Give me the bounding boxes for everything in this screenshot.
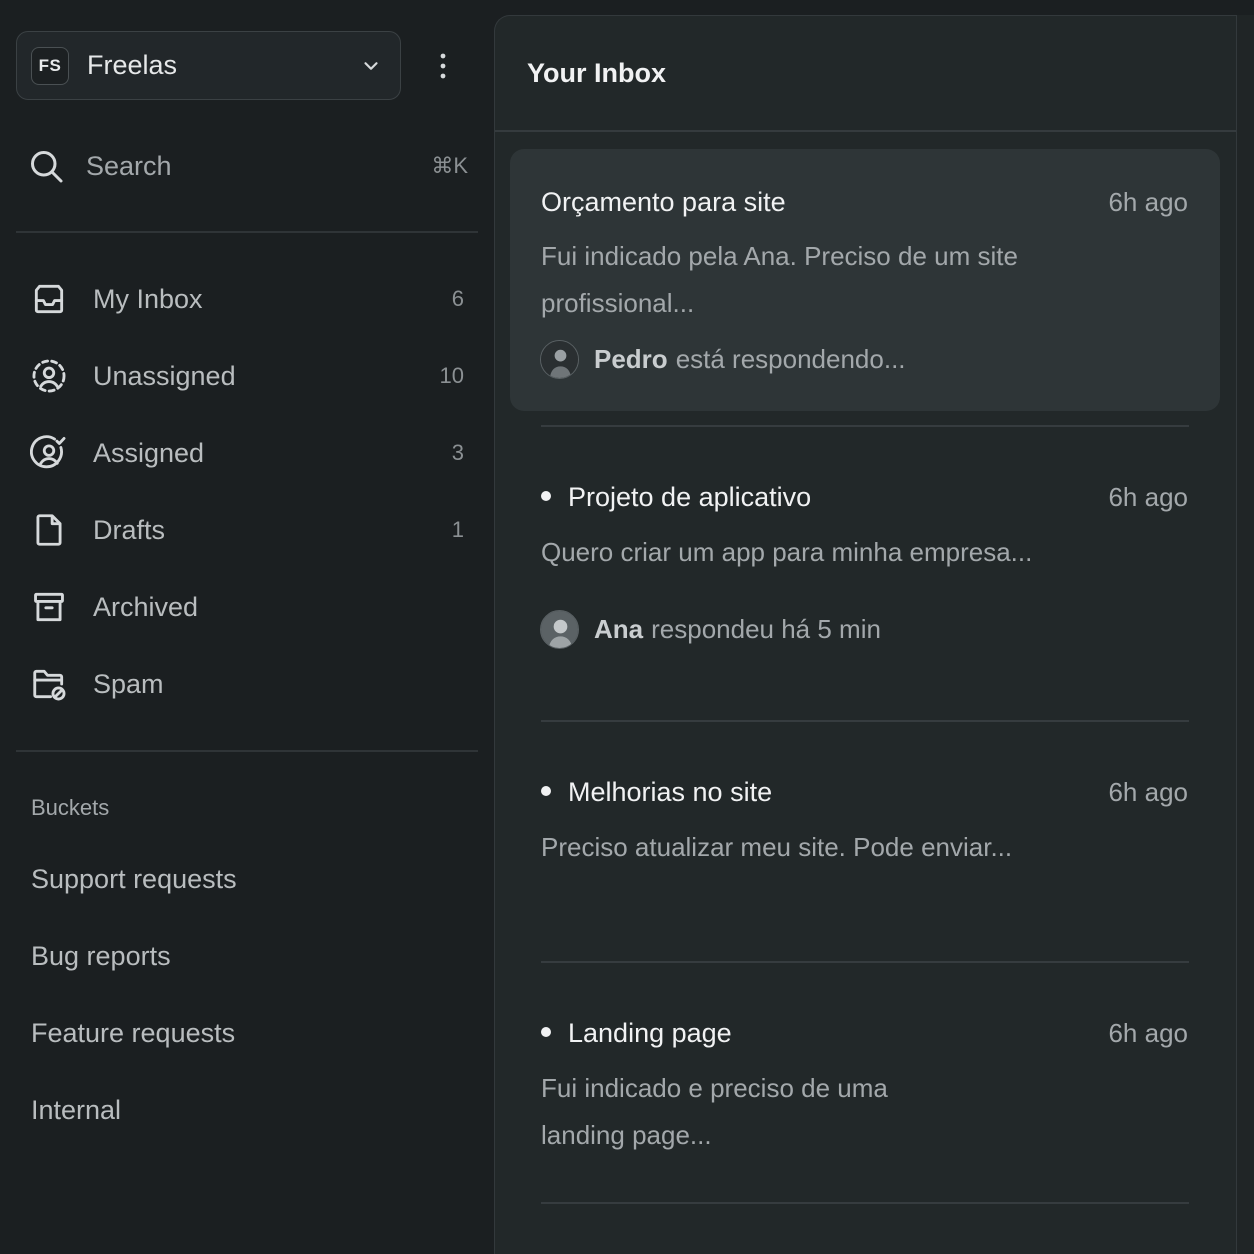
archive-icon bbox=[34, 592, 64, 622]
sidebar-item-unassigned[interactable]: Unassigned 10 bbox=[30, 350, 470, 402]
avatar bbox=[540, 610, 579, 649]
sidebar-item-my-inbox[interactable]: My Inbox 6 bbox=[30, 273, 470, 325]
conversation-divider bbox=[541, 720, 1189, 722]
inbox-panel: Your Inbox Orçamento para site 6h ago Fu… bbox=[494, 15, 1237, 1254]
user-check-icon bbox=[30, 435, 66, 469]
file-icon bbox=[36, 514, 62, 546]
sidebar-divider bbox=[16, 750, 478, 752]
conversation-status: Ana respondeu há 5 min bbox=[540, 610, 881, 649]
adjacent-panel-edge bbox=[1236, 15, 1254, 1254]
user-avatar-icon bbox=[541, 611, 578, 648]
conversation-preview: Preciso atualizar meu site. Pode enviar.… bbox=[541, 832, 1013, 862]
sidebar-item-label: Spam bbox=[93, 668, 164, 699]
app-window: FS Freelas Search ⌘K My Inbox 6 Unassign… bbox=[0, 0, 1254, 1254]
folder-block-icon bbox=[33, 669, 66, 701]
search-label: Search bbox=[86, 150, 172, 181]
page-title: Your Inbox bbox=[527, 58, 666, 88]
conversation-status: Pedro está respondendo... bbox=[540, 340, 906, 379]
conversation-preview: Fui indicado pela Ana. Preciso de um sit… bbox=[541, 241, 1018, 318]
more-vertical-icon bbox=[440, 53, 446, 79]
sidebar-item-label: Unassigned bbox=[93, 360, 236, 391]
sidebar-item-count: 6 bbox=[451, 286, 464, 311]
conversation-title: Orçamento para site bbox=[541, 187, 786, 217]
sidebar-item-label: Archived bbox=[93, 591, 199, 622]
conversation-time: 6h ago bbox=[1108, 777, 1188, 807]
workspace-switcher[interactable]: FS Freelas bbox=[16, 31, 401, 100]
conversation-item[interactable]: Projeto de aplicativo 6h ago Quero criar… bbox=[510, 456, 1220, 716]
sidebar-item-spam[interactable]: Spam bbox=[30, 658, 470, 710]
unread-dot bbox=[541, 785, 551, 796]
bucket-item-support-requests[interactable]: Support requests bbox=[31, 864, 237, 895]
sidebar-item-label: Drafts bbox=[93, 514, 166, 545]
status-text: respondeu há 5 min bbox=[651, 614, 881, 644]
sidebar: FS Freelas Search ⌘K My Inbox 6 Unassign… bbox=[0, 0, 494, 1254]
bucket-item-bug-reports[interactable]: Bug reports bbox=[31, 941, 171, 972]
more-options-button[interactable] bbox=[432, 50, 454, 82]
search-shortcut: ⌘K bbox=[431, 153, 468, 178]
chevron-down-icon bbox=[364, 61, 378, 70]
sidebar-item-archived[interactable]: Archived bbox=[30, 581, 470, 633]
buckets-heading: Buckets bbox=[31, 795, 110, 820]
avatar bbox=[540, 340, 579, 379]
conversation-time: 6h ago bbox=[1108, 482, 1188, 512]
workspace-badge: FS bbox=[31, 46, 69, 85]
sidebar-item-label: Assigned bbox=[93, 437, 205, 468]
sidebar-item-count: 1 bbox=[451, 517, 464, 542]
conversation-divider bbox=[541, 961, 1189, 963]
workspace-name: Freelas bbox=[87, 50, 178, 80]
sidebar-item-label: My Inbox bbox=[93, 283, 203, 314]
status-text: está respondendo... bbox=[675, 344, 906, 374]
search-button[interactable]: Search ⌘K bbox=[28, 140, 468, 192]
search-icon bbox=[31, 151, 63, 183]
conversation-title: Projeto de aplicativo bbox=[541, 482, 811, 513]
user-avatar-icon bbox=[541, 341, 578, 378]
status-user: Ana bbox=[594, 614, 644, 644]
sidebar-item-drafts[interactable]: Drafts 1 bbox=[30, 504, 470, 556]
sidebar-divider bbox=[16, 231, 478, 233]
header-divider bbox=[495, 130, 1237, 132]
unread-dot bbox=[541, 490, 551, 501]
bucket-item-internal[interactable]: Internal bbox=[31, 1095, 121, 1126]
conversation-title: Melhorias no site bbox=[541, 777, 772, 808]
status-user: Pedro bbox=[594, 344, 668, 374]
sidebar-item-count: 3 bbox=[451, 440, 464, 465]
conversation-title: Landing page bbox=[541, 1018, 732, 1049]
user-dashed-icon bbox=[32, 359, 66, 393]
bucket-item-feature-requests[interactable]: Feature requests bbox=[31, 1018, 235, 1049]
conversation-item[interactable]: Landing page 6h ago Fui indicado e preci… bbox=[510, 992, 1220, 1192]
sidebar-item-assigned[interactable]: Assigned 3 bbox=[30, 427, 470, 479]
unread-dot bbox=[541, 1026, 551, 1037]
conversation-divider bbox=[541, 1202, 1189, 1204]
inbox-icon bbox=[34, 284, 64, 314]
conversation-divider bbox=[541, 425, 1189, 427]
conversation-preview: Quero criar um app para minha empresa... bbox=[541, 537, 1033, 567]
conversation-time: 6h ago bbox=[1108, 1018, 1188, 1048]
sidebar-item-count: 10 bbox=[439, 363, 464, 388]
conversation-time: 6h ago bbox=[1108, 187, 1188, 217]
conversation-item[interactable]: Melhorias no site 6h ago Preciso atualiz… bbox=[510, 751, 1220, 951]
conversation-item[interactable]: Orçamento para site 6h ago Fui indicado … bbox=[510, 149, 1220, 411]
conversation-preview: Fui indicado e preciso de uma landing pa… bbox=[541, 1073, 888, 1150]
